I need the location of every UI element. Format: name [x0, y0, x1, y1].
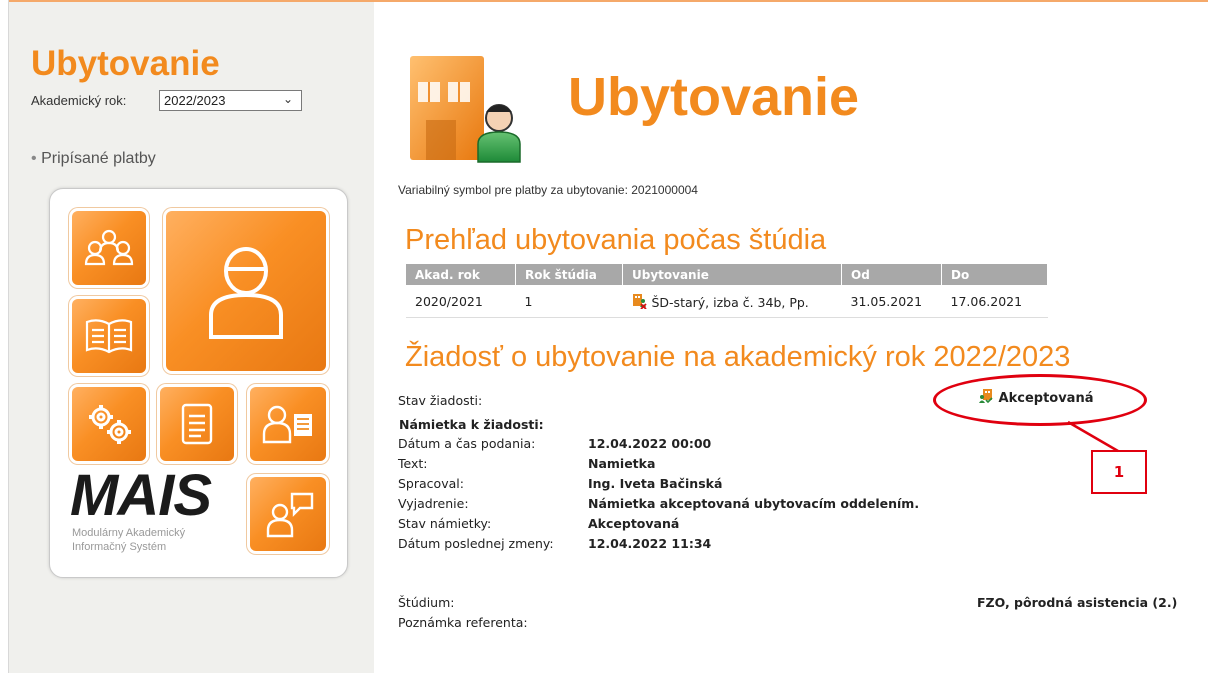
mais-logo-panel: MAIS Modulárny Akademický Informačný Sys… — [49, 188, 348, 578]
accommodation-table: Akad. rok Rok štúdia Ubytovanie Od Do 20… — [406, 264, 1048, 318]
col-header-od: Od — [841, 264, 942, 285]
study-value: FZO, pôrodná asistencia (2.) — [977, 595, 1178, 610]
col-header-rok-studia: Rok štúdia — [515, 264, 623, 285]
academic-year-value: 2022/2023 — [164, 93, 226, 108]
status-label: Stav žiadosti: — [398, 393, 483, 408]
cell-od: 31.05.2021 — [841, 285, 942, 318]
field-value: Akceptovaná — [588, 516, 680, 531]
overview-title: Prehľad ubytovania počas štúdia — [405, 224, 827, 256]
cell-akad-rok: 2020/2021 — [406, 285, 516, 318]
variable-symbol: Variabilný symbol pre platby za ubytovan… — [398, 183, 698, 197]
table-row: 2020/2021 1 ŠD-starý, izba č. 34b, Pp. 3… — [406, 285, 1048, 318]
bullet-icon: • — [31, 150, 37, 167]
person-card-icon — [262, 405, 312, 444]
document-icon — [181, 403, 213, 445]
field-value: Ing. Iveta Bačinská — [588, 476, 723, 491]
person-chat-icon-tile — [250, 477, 326, 551]
page-title: Ubytovanie — [568, 67, 860, 127]
book-icon-tile — [72, 299, 146, 373]
cell-ubytovanie: ŠD-starý, izba č. 34b, Pp. — [622, 285, 842, 318]
request-title: Žiadosť o ubytovanie na akademický rok 2… — [405, 341, 1071, 373]
field-label: Dátum a čas podania: — [398, 436, 536, 451]
person-chat-icon — [266, 492, 314, 538]
table-header-row: Akad. rok Rok štúdia Ubytovanie Od Do — [406, 264, 1048, 285]
sidebar-item-payments[interactable]: • Pripísané platby — [31, 150, 156, 168]
sidebar-title: Ubytovanie — [31, 44, 220, 83]
note-label: Poznámka referenta: — [398, 615, 528, 630]
field-label: Spracoval: — [398, 476, 464, 491]
field-label: Dátum poslednej zmeny: — [398, 536, 554, 551]
mais-subtitle: Modulárny Akademický Informačný Systém — [72, 527, 186, 553]
col-header-ubytovanie: Ubytovanie — [622, 264, 842, 285]
annotation-callout: 1 — [1091, 450, 1147, 494]
gears-icon — [89, 405, 131, 444]
person-card-icon-tile — [250, 387, 326, 461]
field-value: 12.04.2022 11:34 — [588, 536, 712, 551]
col-header-akad-rok: Akad. rok — [406, 264, 516, 285]
gears-icon-tile — [72, 387, 146, 461]
group-icon — [84, 229, 134, 266]
group-icon-tile — [72, 211, 146, 285]
objection-header: Námietka k žiadosti: — [399, 417, 544, 432]
academic-year-label: Akademický rok: — [31, 93, 127, 108]
field-value: Námietka akceptovaná ubytovacím oddelení… — [588, 496, 920, 511]
field-label: Vyjadrenie: — [398, 496, 469, 511]
academic-year-select[interactable]: 2022/2023 ⌄ — [159, 90, 302, 111]
person-icon — [209, 247, 283, 339]
building-person-icon — [410, 56, 521, 163]
book-icon — [85, 319, 133, 354]
field-value: Namietka — [588, 456, 656, 471]
field-label: Text: — [398, 456, 428, 471]
cell-do: 17.06.2021 — [941, 285, 1048, 318]
building-cancelled-icon — [632, 293, 647, 310]
sidebar-item-label: Pripísané platby — [41, 150, 156, 167]
col-header-do: Do — [941, 264, 1048, 285]
study-label: Štúdium: — [398, 595, 455, 610]
person-icon-tile — [166, 211, 326, 371]
document-icon-tile — [160, 387, 234, 461]
chevron-down-icon: ⌄ — [282, 92, 293, 106]
mais-logo: MAIS — [70, 463, 212, 528]
field-label: Stav námietky: — [398, 516, 492, 531]
cell-rok-studia: 1 — [515, 285, 623, 318]
annotation-ellipse — [933, 374, 1147, 426]
field-value: 12.04.2022 00:00 — [588, 436, 712, 451]
